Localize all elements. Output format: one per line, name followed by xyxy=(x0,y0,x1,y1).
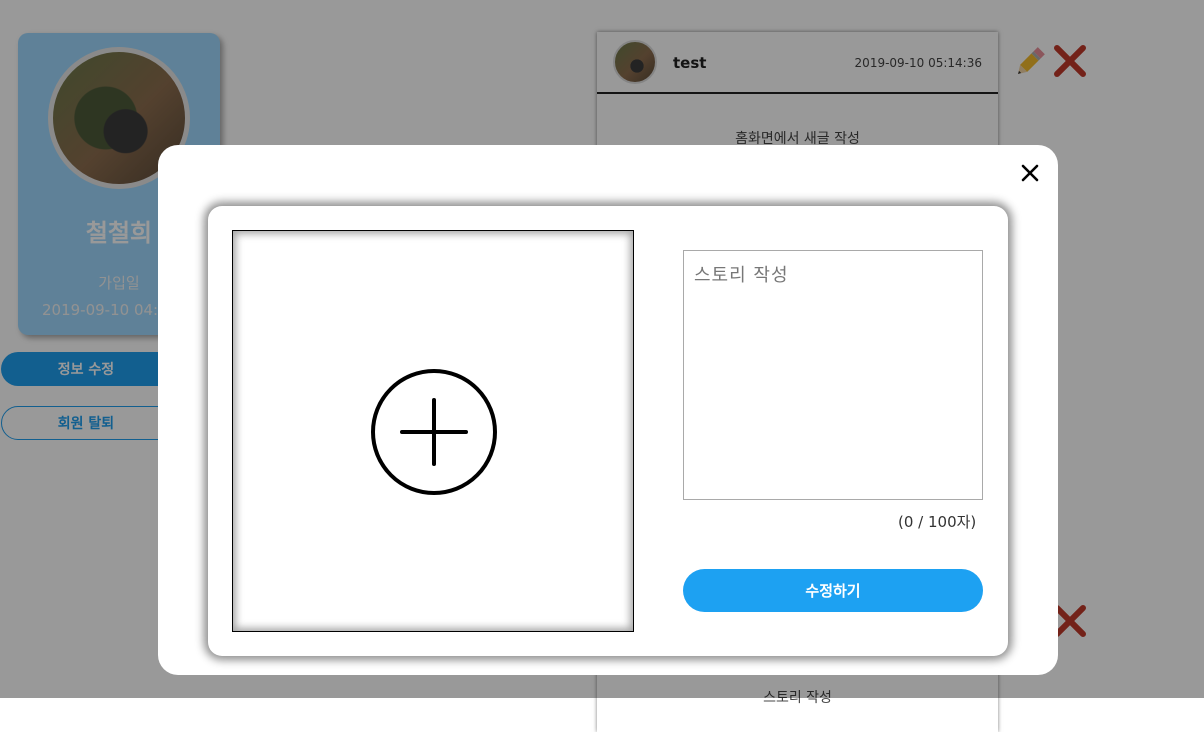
image-upload-area[interactable] xyxy=(232,230,634,632)
story-edit-modal: (0 / 100자) 수정하기 xyxy=(158,145,1058,675)
modal-content: (0 / 100자) 수정하기 xyxy=(208,206,1008,656)
char-count: (0 / 100자) xyxy=(898,513,977,531)
close-icon[interactable] xyxy=(1020,163,1040,183)
plus-circle-icon[interactable] xyxy=(369,367,499,497)
story-textarea[interactable] xyxy=(683,250,983,500)
submit-edit-button[interactable]: 수정하기 xyxy=(683,569,983,612)
